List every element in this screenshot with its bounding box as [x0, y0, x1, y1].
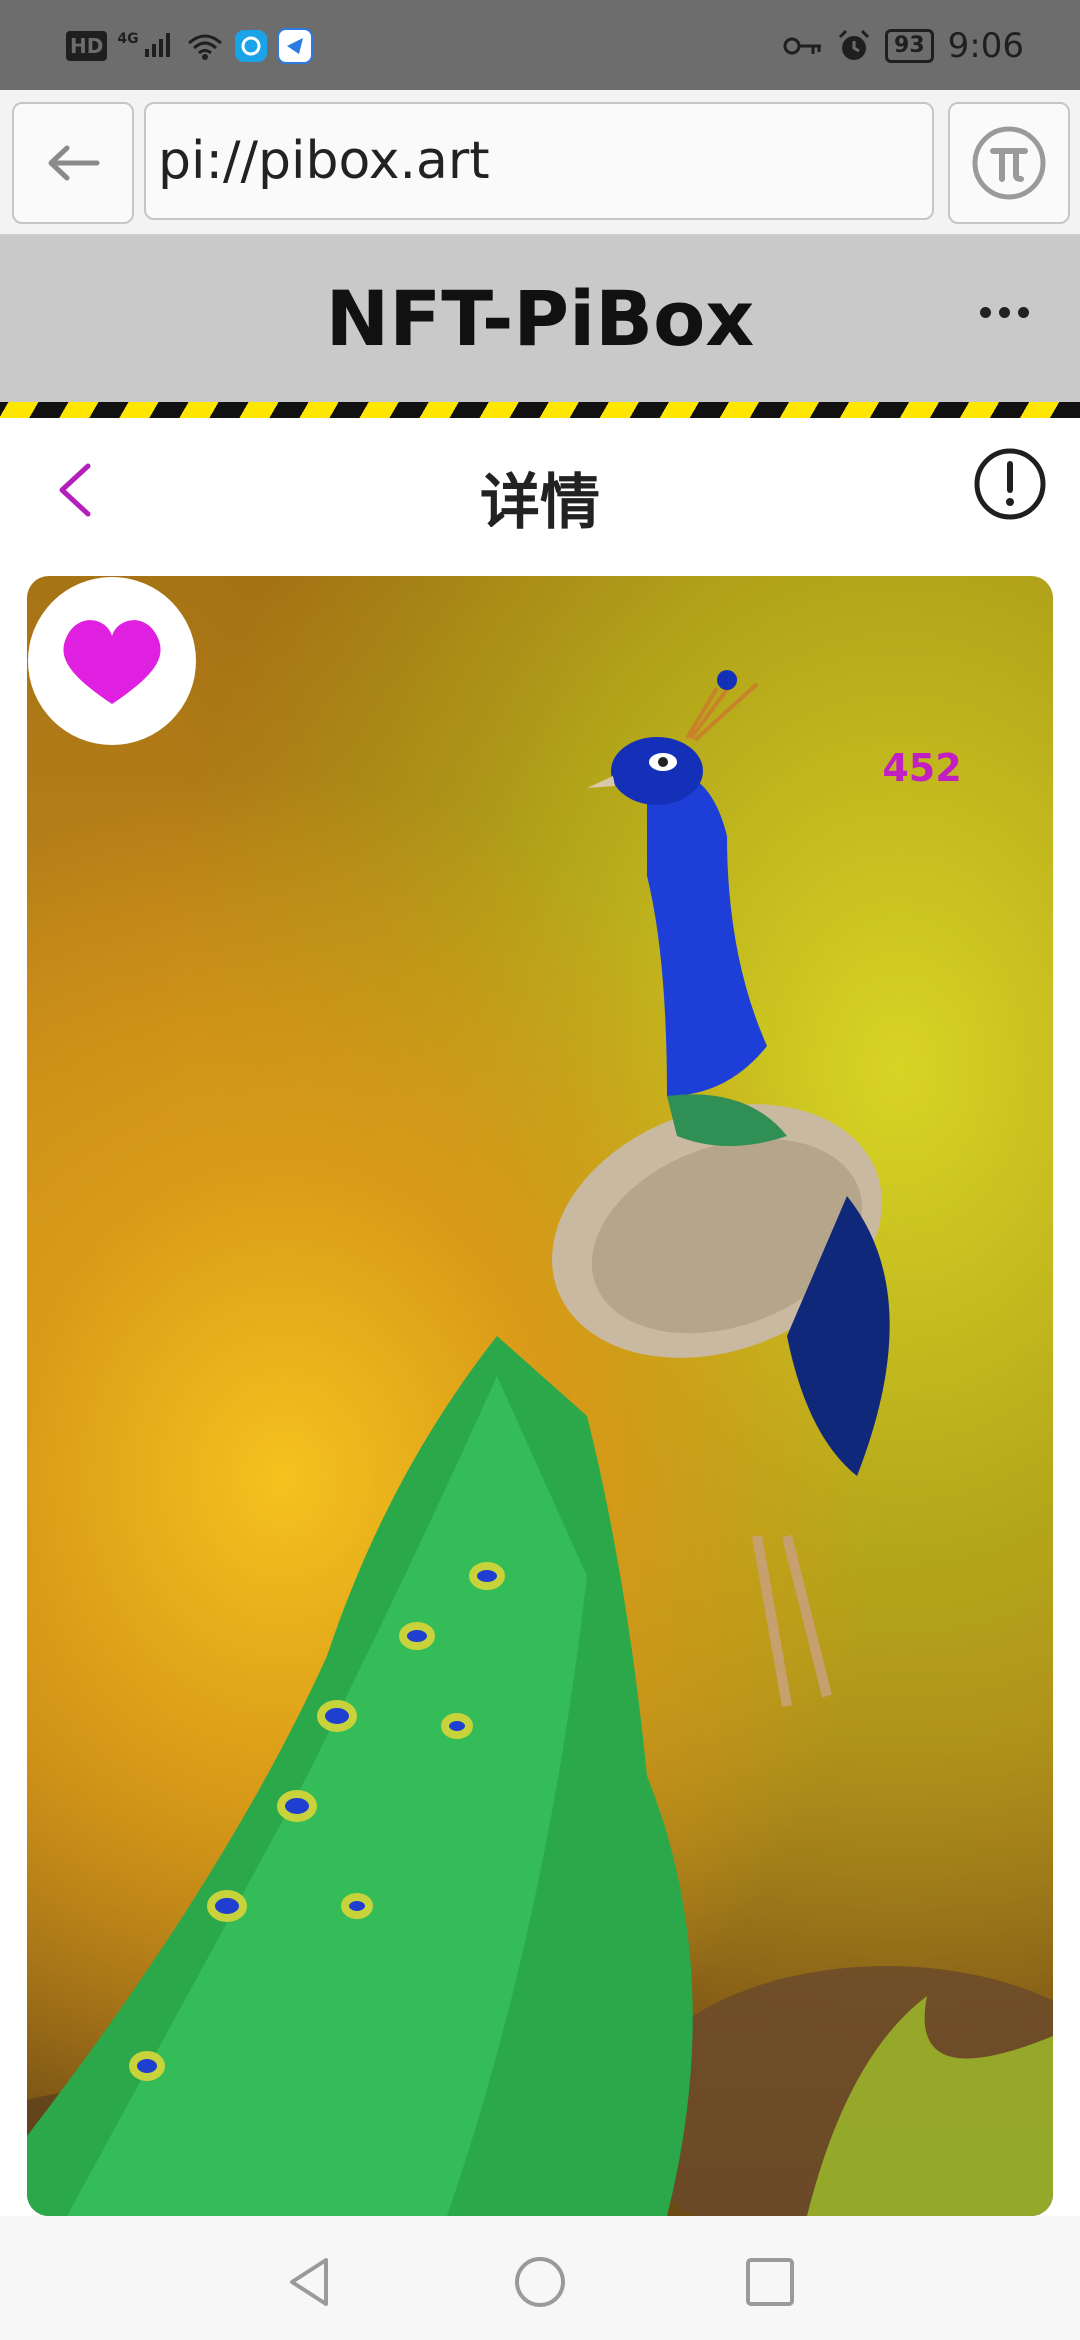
peacock-illustration [27, 670, 1053, 2216]
triangle-back-icon[interactable] [282, 2254, 338, 2310]
hazard-stripe-divider [0, 402, 1080, 418]
app-notification-icon-2 [276, 28, 313, 64]
system-nav-bar [0, 2216, 1080, 2340]
app-title: NFT-PiBox [325, 274, 755, 363]
like-count: 452 [882, 746, 962, 790]
wifi-icon [187, 34, 222, 60]
more-horizontal-icon[interactable] [980, 302, 1040, 322]
pi-network-icon [972, 126, 1046, 200]
app-header: NFT-PiBox [0, 236, 1080, 402]
nft-image[interactable]: 452 [27, 576, 1053, 2216]
status-right: 93 9:06 [783, 24, 1024, 68]
pi-browser-button[interactable] [948, 102, 1070, 224]
like-badge[interactable] [27, 576, 197, 746]
battery-indicator: 93 [885, 29, 934, 63]
hd-indicator: HD [66, 31, 108, 61]
browser-bar: pi://pibox.art [0, 90, 1080, 236]
browser-back-button[interactable] [12, 102, 134, 224]
detail-header: 详情 [0, 418, 1080, 558]
key-icon [783, 37, 822, 55]
url-field[interactable]: pi://pibox.art [144, 102, 934, 220]
signal-icon: 4G [117, 31, 175, 62]
page-title: 详情 [480, 468, 600, 538]
arrow-left-icon [48, 145, 100, 181]
signal-label: 4G [117, 30, 139, 47]
signal-bars-icon [144, 32, 170, 57]
circle-home-icon[interactable] [512, 2254, 568, 2310]
alarm-icon [838, 29, 870, 60]
square-recent-icon[interactable] [742, 2254, 798, 2310]
status-bar: HD 4G 93 9:06 [0, 0, 1080, 90]
clock: 9:06 [947, 26, 1024, 66]
info-circle-icon[interactable] [972, 446, 1048, 522]
app-notification-icon [234, 30, 267, 62]
status-left: HD 4G [66, 26, 313, 66]
